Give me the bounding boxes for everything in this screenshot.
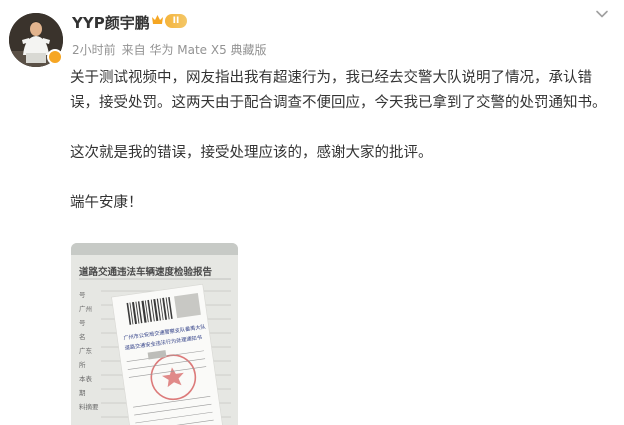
report-label: 料摘要 [79,402,99,411]
report-title: 道路交通违法车辆速度检验报告 [79,266,213,278]
level-badge: II [165,14,187,28]
report-label: 号 [79,319,86,327]
crown-icon [152,15,163,24]
post-image[interactable]: 道路交通违法车辆速度检验报告 号 广州 号 名 广东 所 本表 期 料摘要 广州… [71,243,238,425]
chevron-down-icon[interactable] [595,7,609,21]
post-paragraph: 关于测试视频中，网友指出我有超速行为，我已经去交警大队说明了情况，承认错误，接受… [70,70,607,111]
verified-badge-icon [47,49,63,65]
report-label: 所 [79,360,86,369]
report-label: 本表 [79,374,93,383]
post-paragraph: 这次就是我的错误，接受处理应该的，感谢大家的批评。 [70,145,433,161]
report-label: 名 [79,332,86,341]
report-label: 期 [79,389,86,397]
report-label: 号 [79,291,86,299]
photo-of-documents: 道路交通违法车辆速度检验报告 号 广州 号 名 广东 所 本表 期 料摘要 广州… [71,243,238,425]
post-paragraph: 端午安康！ [70,195,143,211]
post-text: 关于测试视频中，网友指出我有超速行为，我已经去交警大队说明了情况，承认错误，接受… [70,66,616,216]
post-source: 来自 华为 Mate X5 典藏版 [121,43,267,57]
report-label: 广东 [79,346,93,355]
report-label: 广州 [79,304,92,313]
post-meta: 2小时前 来自 华为 Mate X5 典藏版 [72,41,273,58]
username[interactable]: YYP颜宇鹏 [72,12,150,33]
post-time: 2小时前 [72,43,116,57]
